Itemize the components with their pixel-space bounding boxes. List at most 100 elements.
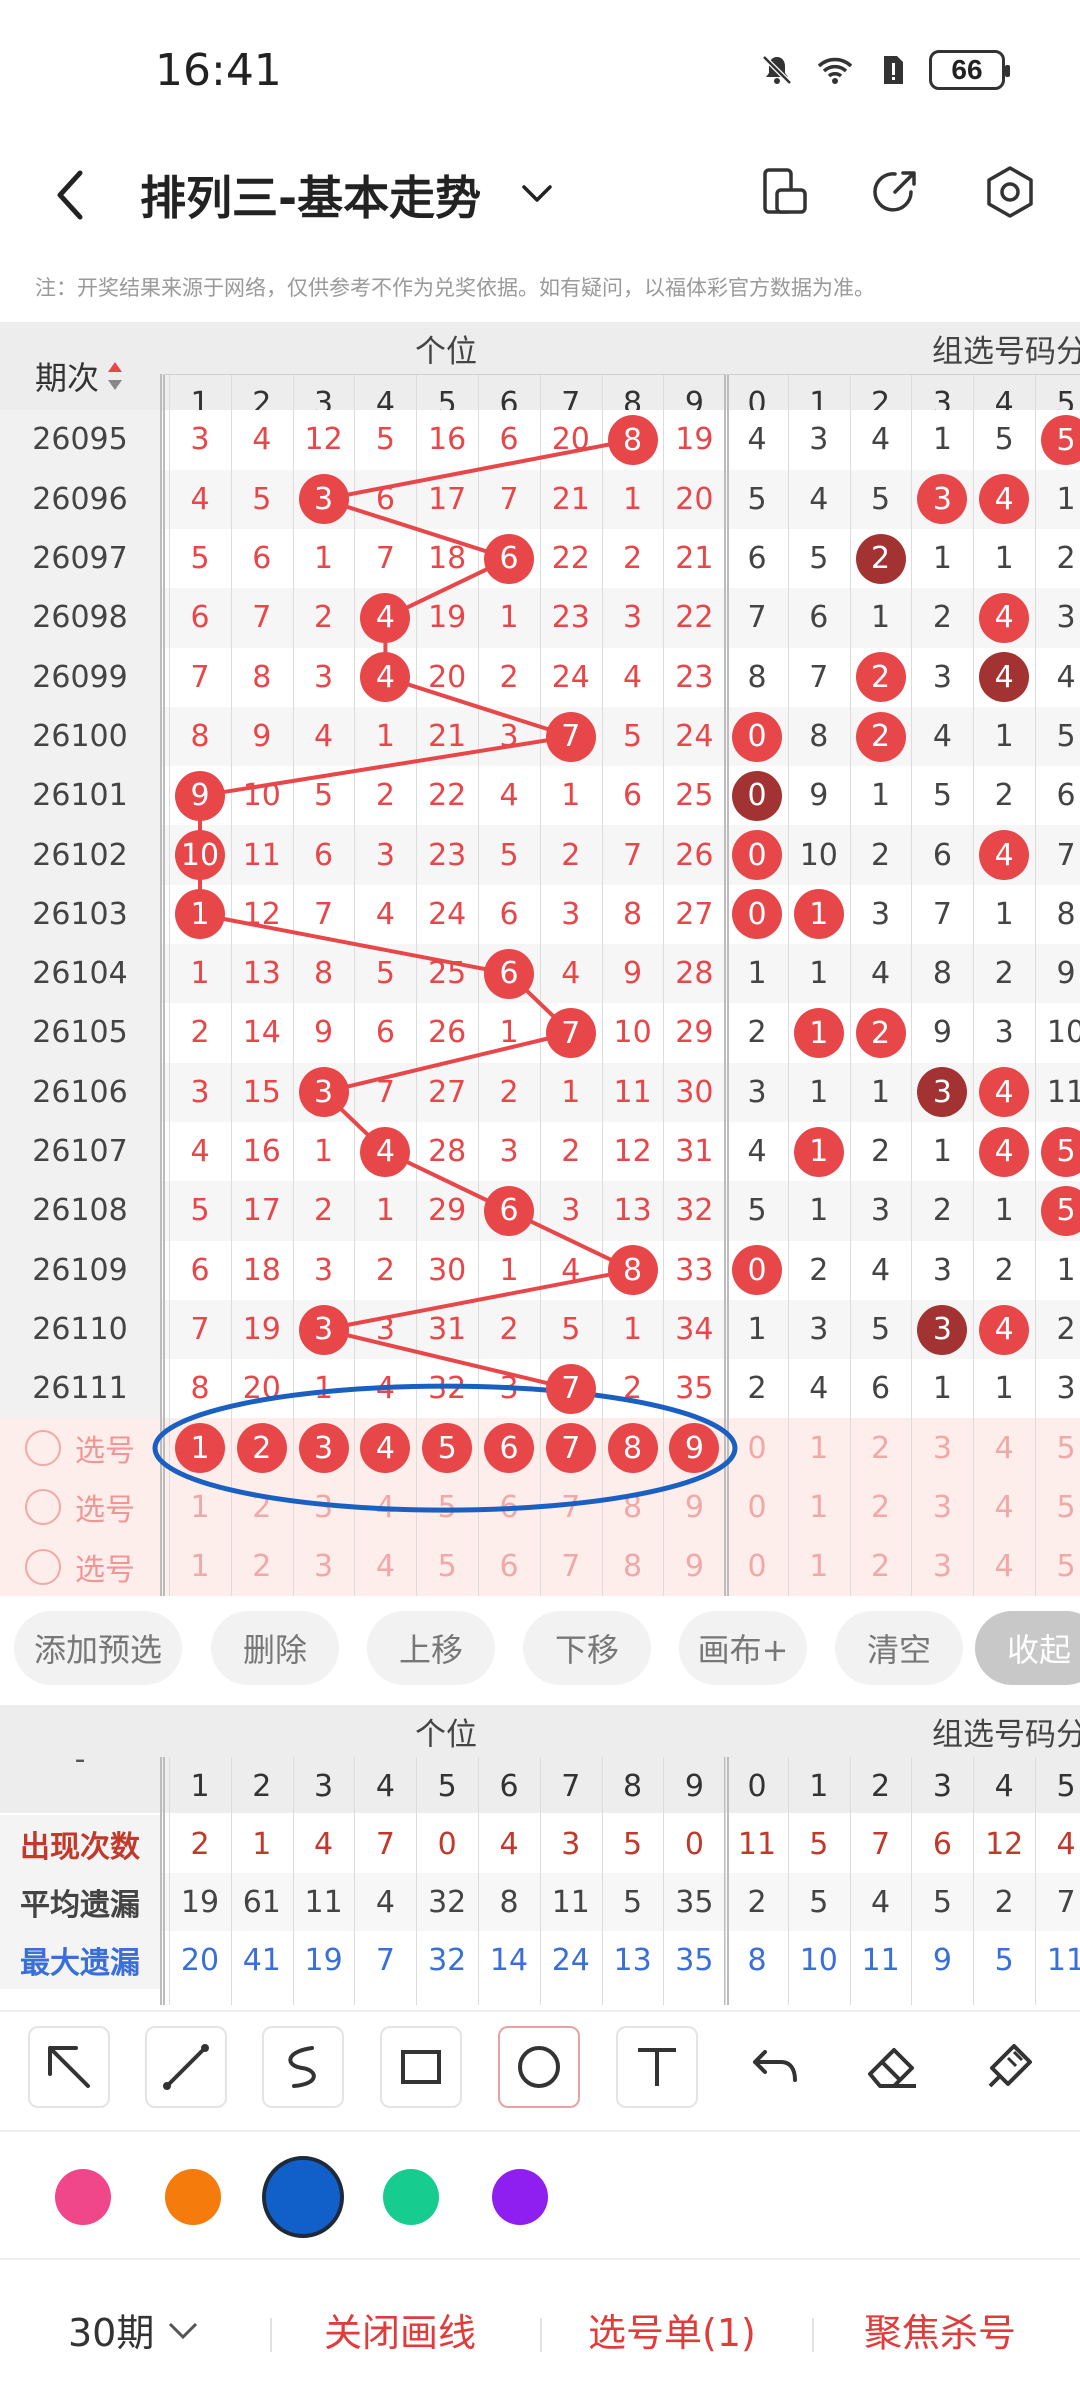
select-number[interactable]: 3 (293, 1478, 355, 1537)
selected-number-ball[interactable]: 3 (298, 1423, 349, 1474)
select-number[interactable]: 5 (1035, 1537, 1080, 1596)
select-row-label[interactable]: 选号 (0, 1537, 160, 1596)
select-number[interactable]: 3 (911, 1478, 973, 1537)
select-number[interactable]: 6 (478, 1478, 540, 1537)
chevron-down-icon[interactable] (520, 178, 554, 208)
omission-cell: 15 (242, 1074, 281, 1110)
color-swatch-purple[interactable] (492, 2169, 548, 2225)
arrow-tool-button[interactable] (28, 2026, 110, 2108)
selected-number-ball[interactable]: 5 (422, 1423, 473, 1474)
stats-table: - 个位 组选号码分 1 2 3 4 5 6 7 8 9 0 1 2 3 4 5 出现次数 2 1 4 7 0 4 3 5 0 11 5 7… (0, 1705, 1080, 2005)
select-number[interactable]: 4 (973, 1418, 1035, 1477)
close-lines-button[interactable]: 关闭画线 (324, 2302, 476, 2357)
color-swatch-green[interactable] (383, 2169, 439, 2225)
add-preselect-button[interactable]: 添加预选 (14, 1611, 182, 1685)
select-number[interactable]: 2 (231, 1537, 293, 1596)
circle-tool-button[interactable] (498, 2026, 580, 2108)
group-label-units: 个位 (415, 1716, 477, 1753)
selected-number-ball[interactable]: 8 (607, 1423, 658, 1474)
move-down-button[interactable]: 下移 (523, 1611, 651, 1685)
move-up-button[interactable]: 上移 (367, 1611, 495, 1685)
period-select[interactable]: 30期 (68, 2302, 200, 2357)
omission-cell: 1 (499, 1015, 519, 1051)
select-number[interactable]: 1 (169, 1537, 231, 1596)
select-number[interactable]: 2 (850, 1418, 912, 1477)
select-number[interactable]: 1 (788, 1418, 850, 1477)
canvas-plus-button[interactable]: 画布+ (679, 1611, 807, 1685)
brush-button[interactable] (968, 2026, 1050, 2108)
undo-button[interactable] (735, 2026, 817, 2108)
curve-tool-button[interactable] (262, 2026, 344, 2108)
omission-cell: 6 (190, 1252, 210, 1288)
select-number[interactable]: 2 (850, 1478, 912, 1537)
stats-value: 2 (190, 1826, 210, 1862)
omission-cell: 6 (747, 541, 767, 577)
share-icon[interactable] (865, 162, 925, 222)
clear-button[interactable]: 清空 (835, 1611, 963, 1685)
select-number[interactable]: 2 (850, 1537, 912, 1596)
delete-button[interactable]: 删除 (211, 1611, 339, 1685)
select-number[interactable]: 1 (788, 1537, 850, 1596)
period-cell: 26099 (0, 647, 160, 707)
select-number[interactable]: 3 (293, 1537, 355, 1596)
select-label-text: 选号 (75, 1493, 135, 1529)
selected-number-ball[interactable]: 2 (236, 1423, 287, 1474)
stats-value: 24 (551, 1942, 590, 1978)
trend-chart[interactable]: 期次 个位 组选号码分 1 2 3 4 5 6 7 8 9 0 1 2 3 4 5 26095 3 4 12 5 16 6 20… (0, 322, 1080, 1597)
omission-cell: 9 (1056, 956, 1076, 992)
omission-cell: 5 (375, 956, 395, 992)
omission-cell: 3 (190, 1074, 210, 1110)
selected-number-ball[interactable]: 6 (484, 1423, 534, 1474)
select-number[interactable]: 9 (663, 1478, 725, 1537)
select-number[interactable]: 3 (911, 1537, 973, 1596)
select-number[interactable]: 7 (540, 1478, 602, 1537)
rectangle-tool-button[interactable] (380, 2026, 462, 2108)
select-number[interactable]: 1 (788, 1478, 850, 1537)
text-tool-button[interactable] (616, 2026, 698, 2108)
page-title[interactable]: 排列三-基本走势 (140, 162, 481, 228)
select-number[interactable]: 5 (416, 1478, 478, 1537)
color-swatch-blue-selected[interactable] (262, 2156, 344, 2238)
select-number[interactable]: 5 (1035, 1418, 1080, 1477)
select-number[interactable]: 4 (354, 1537, 416, 1596)
select-number[interactable]: 2 (231, 1478, 293, 1537)
hit-ball: 10 (175, 830, 225, 881)
selected-number-ball[interactable]: 7 (545, 1423, 596, 1474)
selected-number-ball[interactable]: 1 (175, 1423, 225, 1474)
color-swatch-orange[interactable] (165, 2169, 221, 2225)
select-number[interactable]: 4 (973, 1537, 1035, 1596)
collapse-button[interactable]: 收起 (975, 1611, 1080, 1685)
radio-icon[interactable] (25, 1430, 61, 1467)
select-number[interactable]: 6 (478, 1537, 540, 1596)
select-number[interactable]: 4 (973, 1478, 1035, 1537)
select-number[interactable]: 4 (354, 1478, 416, 1537)
radio-icon[interactable] (25, 1489, 61, 1526)
select-number[interactable]: 5 (416, 1537, 478, 1596)
omission-cell: 2 (994, 1252, 1014, 1288)
pick-list-button[interactable]: 选号单(1) (588, 2302, 756, 2357)
back-arrow-icon[interactable] (50, 165, 90, 225)
hit-ball: 4 (360, 1126, 411, 1177)
settings-icon[interactable] (980, 162, 1040, 222)
select-row-label[interactable]: 选号 (0, 1418, 160, 1477)
screen-orientation-icon[interactable] (755, 162, 815, 222)
select-number[interactable]: 0 (726, 1478, 788, 1537)
select-number[interactable]: 1 (169, 1478, 231, 1537)
select-number[interactable]: 3 (911, 1418, 973, 1477)
select-row-label[interactable]: 选号 (0, 1478, 160, 1537)
line-tool-button[interactable] (145, 2026, 227, 2108)
select-number[interactable]: 9 (663, 1537, 725, 1596)
radio-icon[interactable] (25, 1548, 61, 1585)
select-number[interactable]: 8 (602, 1537, 664, 1596)
select-number[interactable]: 8 (602, 1478, 664, 1537)
column-label: 0 (747, 1768, 767, 1804)
select-number[interactable]: 0 (726, 1418, 788, 1477)
color-swatch-pink[interactable] (55, 2169, 111, 2225)
select-number[interactable]: 7 (540, 1537, 602, 1596)
eraser-button[interactable] (852, 2026, 934, 2108)
select-number[interactable]: 5 (1035, 1478, 1080, 1537)
select-number[interactable]: 0 (726, 1537, 788, 1596)
stats-value: 2 (994, 1884, 1014, 1920)
focus-kill-button[interactable]: 聚焦杀号 (864, 2302, 1016, 2357)
group-hit-ball: 1 (793, 1008, 844, 1058)
